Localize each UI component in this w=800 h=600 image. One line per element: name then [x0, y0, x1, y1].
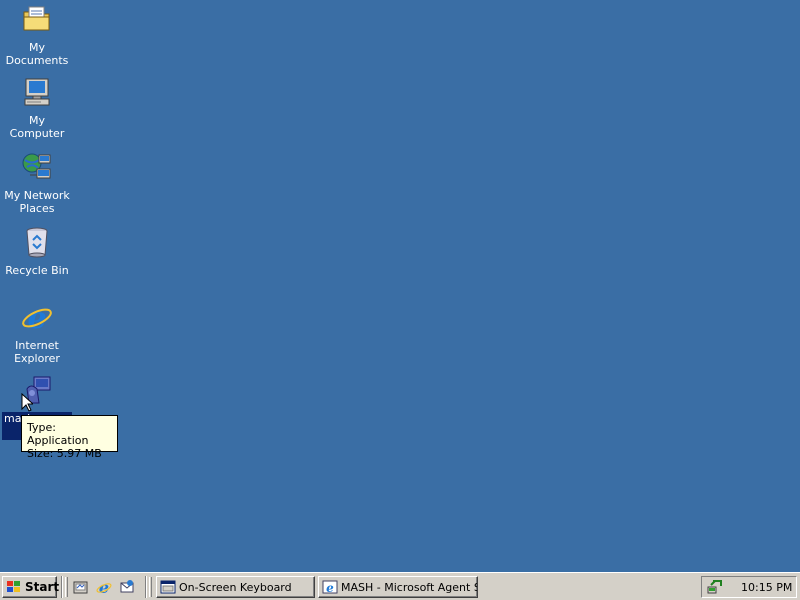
show-desktop-icon[interactable] — [73, 579, 89, 595]
svg-text:e: e — [326, 581, 334, 595]
ie-window-icon: e — [322, 579, 338, 595]
tooltip-type: Type: Application — [27, 421, 89, 447]
taskbar: Start e On-Screen Keyboard e MASH - Micr… — [0, 572, 800, 600]
taskbar-separator — [145, 576, 147, 598]
outlook-express-icon[interactable] — [119, 579, 135, 595]
start-label: Start — [25, 580, 60, 594]
desktop-icon-internet-explorer[interactable]: e Internet Explorer — [0, 301, 74, 365]
desktop-icon-my-documents[interactable]: My Documents — [0, 3, 74, 67]
network-connection-icon[interactable] — [707, 579, 723, 595]
system-tray: 10:15 PM — [701, 576, 797, 598]
desktop-icon-recycle-bin[interactable]: Recycle Bin — [0, 226, 74, 277]
start-button[interactable]: Start — [2, 576, 60, 598]
internet-explorer-icon: e — [21, 301, 53, 336]
desktop-icon-label: My Documents — [5, 41, 69, 67]
desktop-icon-label: My Network Places — [4, 189, 70, 215]
desktop[interactable]: My Documents My Computer My Network Plac… — [0, 0, 800, 572]
windows-logo-icon — [6, 580, 22, 594]
recycle-bin-icon — [21, 226, 53, 258]
desktop-icon-my-computer[interactable]: My Computer — [0, 76, 74, 140]
task-button-on-screen-keyboard[interactable]: On-Screen Keyboard — [156, 576, 315, 598]
desktop-icon-label: Internet Explorer — [14, 339, 60, 365]
svg-text:e: e — [27, 301, 46, 333]
folder-documents-icon — [21, 3, 53, 35]
task-label: On-Screen Keyboard — [179, 580, 292, 594]
quick-launch-grip[interactable] — [65, 577, 68, 597]
window-icon — [160, 579, 176, 595]
task-label: MASH - Microsoft Agent S... — [341, 580, 478, 594]
file-info-tooltip: Type: Application Size: 5.97 MB — [21, 415, 118, 460]
task-area-grip[interactable] — [149, 577, 152, 597]
task-button-mash[interactable]: e MASH - Microsoft Agent S... — [318, 576, 478, 598]
desktop-icon-label: Recycle Bin — [5, 264, 69, 277]
desktop-icon-label: My Computer — [9, 114, 65, 140]
mouse-pointer-icon — [21, 392, 35, 416]
computer-icon — [21, 76, 53, 108]
tooltip-size: Size: 5.97 MB — [27, 447, 102, 460]
taskbar-separator — [61, 576, 63, 598]
internet-explorer-icon[interactable]: e — [96, 578, 112, 597]
clock[interactable]: 10:15 PM — [741, 581, 792, 594]
network-icon — [21, 151, 53, 183]
desktop-icon-my-network-places[interactable]: My Network Places — [0, 151, 74, 215]
